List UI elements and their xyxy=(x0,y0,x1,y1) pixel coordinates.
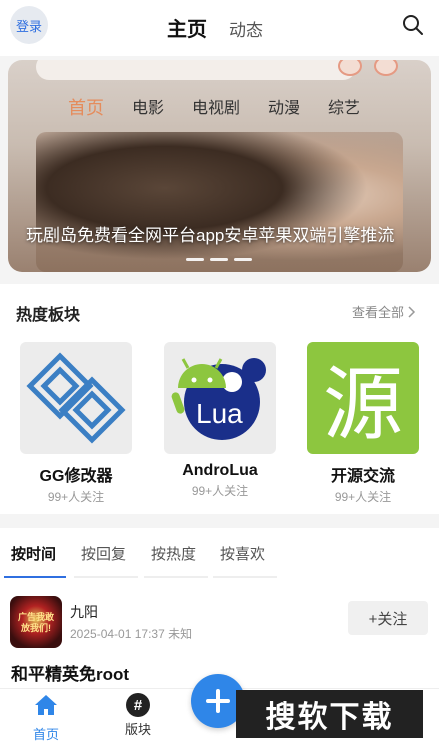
nav-home-label: 首页 xyxy=(32,727,59,742)
board-card-opensource[interactable]: 源 开源交流 99+人关注 xyxy=(307,342,419,505)
banner-decor-icon xyxy=(374,60,398,76)
tab-home[interactable]: 主页 xyxy=(167,13,207,42)
search-icon[interactable] xyxy=(401,13,425,37)
banner-nav-item: 动漫 xyxy=(268,100,301,117)
post-title[interactable]: 和平精英免root xyxy=(11,660,129,685)
top-bar: 登录 主页 动态 xyxy=(0,0,439,56)
tab-by-time[interactable]: 按时间 xyxy=(11,543,56,564)
tab-by-reply[interactable]: 按回复 xyxy=(81,543,126,564)
carousel-indicator xyxy=(186,258,252,261)
post-meta: 2025-04-01 17:37 未知 xyxy=(70,627,193,641)
lua-label: Lua xyxy=(196,398,243,429)
active-tab-indicator xyxy=(4,576,66,578)
board-name: 开源交流 xyxy=(330,468,395,485)
tab-divider xyxy=(213,576,277,578)
nav-board[interactable]: # 版块 xyxy=(108,693,168,738)
follow-button[interactable]: +关注 xyxy=(348,601,428,635)
avatar-text: 广告我敢放我们! xyxy=(17,612,54,633)
hash-glyph: # xyxy=(133,696,143,714)
tab-by-heat[interactable]: 按热度 xyxy=(151,543,196,564)
board-card-androlua[interactable]: Lua AndroLua 99+人关注 xyxy=(164,342,276,499)
hot-boards-section: 热度板块 查看全部 GG修改器 99+人关注 Lua AndroLua 99+人… xyxy=(0,284,439,514)
tab-by-like[interactable]: 按喜欢 xyxy=(220,543,265,564)
chevron-right-icon xyxy=(408,305,416,318)
androlua-logo-icon: Lua xyxy=(164,342,276,454)
plus-icon xyxy=(206,689,230,713)
tab-divider xyxy=(74,576,138,578)
source-logo-icon: 源 xyxy=(307,342,419,454)
post-author[interactable]: 九阳 xyxy=(70,602,98,622)
banner-carousel[interactable]: 首页 电影 电视剧 动漫 综艺 玩剧岛免费看全网平台app安卓苹果双端引擎推流 xyxy=(8,60,431,272)
nav-home[interactable]: 首页 xyxy=(16,693,76,743)
board-follow-count: 99+人关注 xyxy=(191,484,249,498)
banner-search-bar xyxy=(36,60,356,80)
banner-decor-icon xyxy=(338,60,362,76)
board-name: GG修改器 xyxy=(39,468,113,485)
home-icon xyxy=(35,695,57,715)
login-button[interactable]: 登录 xyxy=(10,6,48,44)
section-title: 热度板块 xyxy=(16,307,81,324)
see-all-label: 查看全部 xyxy=(352,305,405,320)
board-follow-count: 99+人关注 xyxy=(334,490,392,504)
see-all-link[interactable]: 查看全部 xyxy=(352,302,416,321)
banner-nav: 首页 电影 电视剧 动漫 综艺 xyxy=(68,94,388,120)
board-name: AndroLua xyxy=(182,462,258,479)
banner-nav-item: 电视剧 xyxy=(192,100,241,117)
banner-photo xyxy=(36,132,403,272)
post-feed: 按时间 按回复 按热度 按喜欢 广告我敢放我们! 九阳 2025-04-01 1… xyxy=(0,528,439,688)
watermark: 搜软下载 xyxy=(236,690,423,738)
sort-tabs: 按时间 按回复 按热度 按喜欢 xyxy=(0,528,439,578)
gg-logo-icon xyxy=(20,342,132,454)
hash-icon: # xyxy=(126,693,150,717)
source-char: 源 xyxy=(323,358,403,451)
avatar[interactable]: 广告我敢放我们! xyxy=(10,596,62,648)
banner-nav-item: 首页 xyxy=(68,98,104,118)
tab-divider xyxy=(144,576,208,578)
nav-board-label: 版块 xyxy=(124,722,151,737)
board-follow-count: 99+人关注 xyxy=(47,490,105,504)
board-card-gg[interactable]: GG修改器 99+人关注 xyxy=(20,342,132,505)
tab-dynamic[interactable]: 动态 xyxy=(229,16,263,41)
banner-nav-item: 综艺 xyxy=(328,100,361,117)
banner-title: 玩剧岛免费看全网平台app安卓苹果双端引擎推流 xyxy=(26,226,395,245)
app-screen: 登录 主页 动态 首页 电影 电视剧 动漫 综艺 玩剧岛免费看全网平台app安卓… xyxy=(0,0,439,745)
banner-nav-item: 电影 xyxy=(132,100,165,117)
